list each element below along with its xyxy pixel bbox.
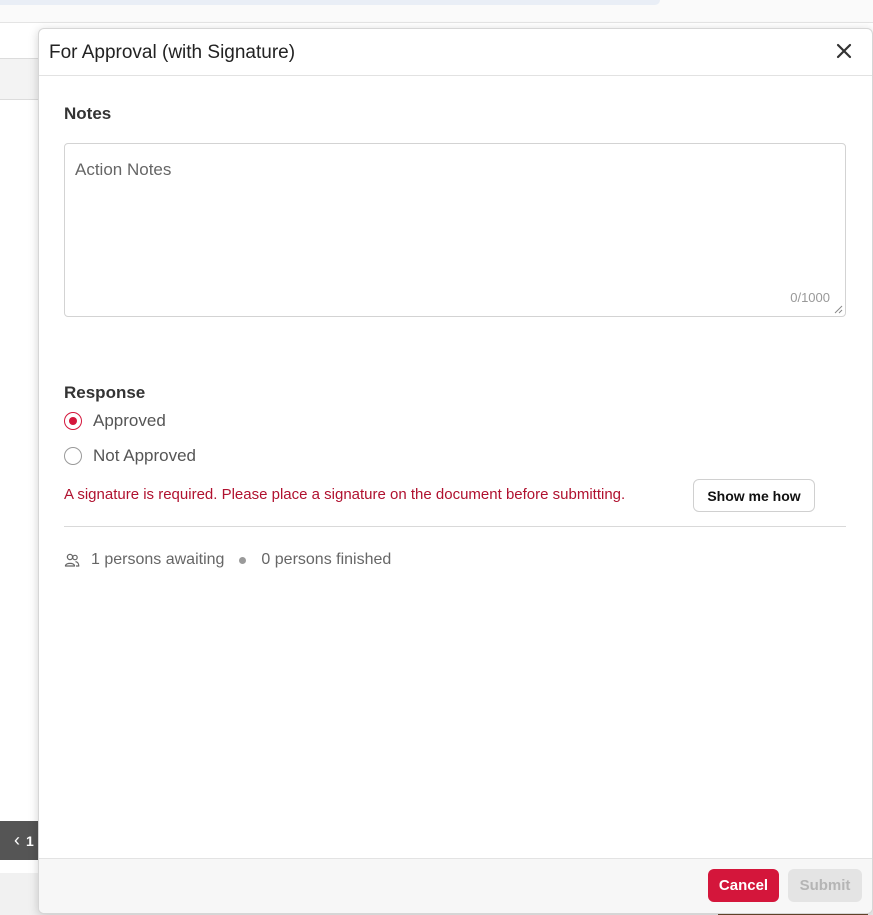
people-icon	[64, 553, 80, 567]
awaiting-count: 1 persons awaiting	[91, 551, 225, 568]
notes-placeholder: Action Notes	[75, 160, 172, 179]
dialog-header: For Approval (with Signature)	[39, 29, 872, 76]
radio-not-approved-label: Not Approved	[93, 446, 197, 465]
radio-not-approved-indicator[interactable]	[64, 447, 82, 465]
radio-approved[interactable]: Approved	[64, 410, 166, 432]
cancel-button[interactable]: Cancel	[708, 869, 779, 902]
background-search-bar	[0, 0, 660, 5]
radio-approved-indicator[interactable]	[64, 412, 82, 430]
notes-label: Notes	[64, 104, 112, 123]
chevron-left-icon: ‹	[14, 830, 20, 850]
response-label: Response	[64, 383, 146, 402]
submit-button[interactable]: Submit	[788, 869, 862, 902]
participant-status: 1 persons awaiting 0 persons finished	[64, 550, 391, 570]
character-count: 0/1000	[790, 290, 830, 305]
signature-error-message: A signature is required. Please place a …	[64, 486, 626, 503]
radio-not-approved[interactable]: Not Approved	[64, 445, 196, 467]
close-button[interactable]	[834, 41, 854, 61]
approval-dialog: For Approval (with Signature) Notes Acti…	[38, 28, 873, 914]
notes-textarea[interactable]: Action Notes 0/1000	[64, 143, 846, 317]
radio-approved-label: Approved	[93, 411, 166, 430]
resize-handle-icon[interactable]	[834, 305, 843, 314]
background-topbar	[0, 0, 873, 23]
section-divider	[64, 526, 846, 527]
pager-page-number: 1	[26, 833, 34, 849]
show-me-how-button[interactable]: Show me how	[693, 479, 815, 512]
dialog-title: For Approval (with Signature)	[49, 42, 296, 63]
status-separator-dot	[239, 556, 247, 564]
close-icon	[836, 43, 852, 59]
finished-count: 0 persons finished	[261, 551, 392, 568]
dialog-footer: Cancel Submit	[39, 858, 872, 913]
